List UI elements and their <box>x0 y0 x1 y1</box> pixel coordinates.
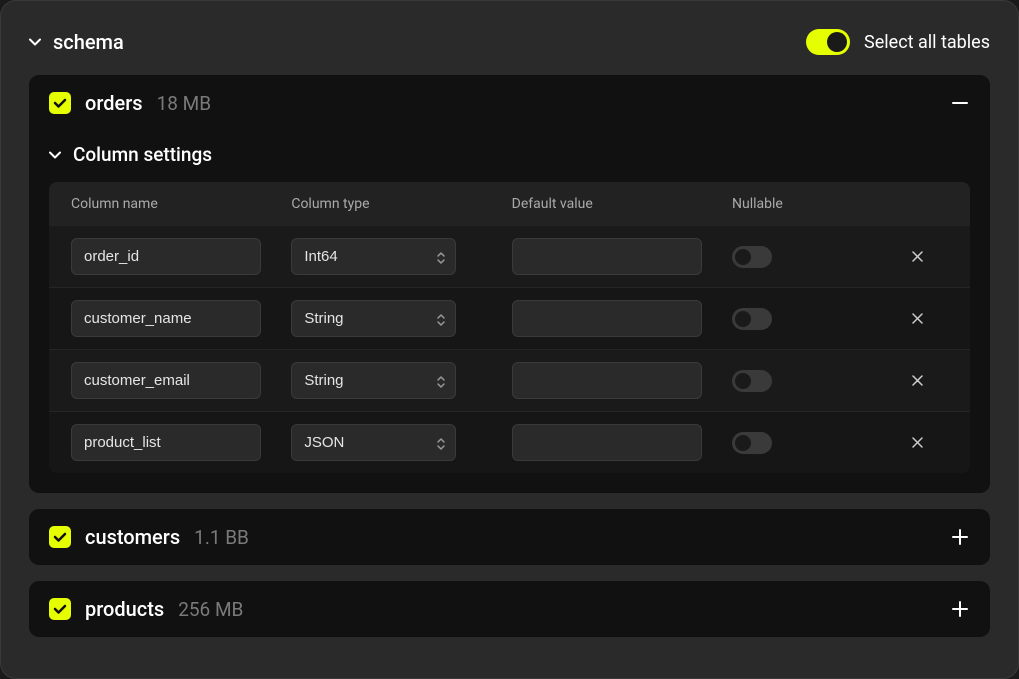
column-settings-header[interactable]: Column settings <box>49 143 970 166</box>
toggle-knob <box>735 311 751 327</box>
default-value-input[interactable] <box>512 300 702 337</box>
column-type-select-wrapper <box>291 424 456 461</box>
column-name-input[interactable] <box>71 300 261 337</box>
column-type-select-wrapper <box>291 238 456 275</box>
table-checkbox[interactable] <box>49 92 71 114</box>
column-row <box>49 350 970 412</box>
columns-table-header: Column name Column type Default value Nu… <box>49 182 970 226</box>
table-header-left: customers 1.1 BB <box>49 525 249 549</box>
column-name-input[interactable] <box>71 238 261 275</box>
col-header-type: Column type <box>291 196 495 212</box>
select-all-toggle[interactable] <box>806 29 850 55</box>
remove-column-icon[interactable] <box>910 373 926 389</box>
column-row <box>49 226 970 288</box>
expand-icon[interactable] <box>950 599 970 619</box>
column-name-input[interactable] <box>71 424 261 461</box>
nullable-toggle[interactable] <box>732 370 772 392</box>
table-name: orders <box>85 91 143 115</box>
table-checkbox[interactable] <box>49 526 71 548</box>
remove-column-icon[interactable] <box>910 249 926 265</box>
toggle-knob <box>735 249 751 265</box>
toggle-knob <box>735 435 751 451</box>
chevron-down-icon <box>49 149 61 161</box>
table-card-orders: orders 18 MB Column settings Column name… <box>29 75 990 493</box>
table-card-products: products 256 MB <box>29 581 990 637</box>
default-value-input[interactable] <box>512 362 702 399</box>
schema-header-right: Select all tables <box>806 29 990 55</box>
column-row <box>49 288 970 350</box>
table-size: 1.1 BB <box>194 526 249 549</box>
table-checkbox[interactable] <box>49 598 71 620</box>
remove-column-icon[interactable] <box>910 435 926 451</box>
table-header-left: products 256 MB <box>49 597 243 621</box>
select-all-label: Select all tables <box>864 32 990 53</box>
expand-icon[interactable] <box>950 527 970 547</box>
toggle-knob <box>827 32 847 52</box>
chevron-down-icon[interactable] <box>29 36 41 48</box>
toggle-knob <box>735 373 751 389</box>
col-header-nullable: Nullable <box>732 196 872 212</box>
column-row <box>49 412 970 473</box>
column-type-select[interactable] <box>291 362 456 399</box>
schema-header-left: schema <box>29 30 124 54</box>
column-type-select-wrapper <box>291 300 456 337</box>
column-type-select-wrapper <box>291 362 456 399</box>
column-type-select[interactable] <box>291 424 456 461</box>
table-name: products <box>85 597 164 621</box>
schema-header: schema Select all tables <box>29 29 990 55</box>
column-settings-title: Column settings <box>73 143 212 166</box>
schema-panel: schema Select all tables orders 18 MB <box>0 0 1019 679</box>
column-type-select[interactable] <box>291 238 456 275</box>
default-value-input[interactable] <box>512 424 702 461</box>
nullable-toggle[interactable] <box>732 246 772 268</box>
nullable-toggle[interactable] <box>732 432 772 454</box>
default-value-input[interactable] <box>512 238 702 275</box>
remove-column-icon[interactable] <box>910 311 926 327</box>
nullable-toggle[interactable] <box>732 308 772 330</box>
schema-title: schema <box>53 30 124 54</box>
table-header: products 256 MB <box>29 581 990 637</box>
table-header-left: orders 18 MB <box>49 91 211 115</box>
column-type-select[interactable] <box>291 300 456 337</box>
table-size: 18 MB <box>157 92 212 115</box>
table-size: 256 MB <box>178 598 243 621</box>
col-header-default: Default value <box>512 196 716 212</box>
collapse-icon[interactable] <box>950 93 970 113</box>
col-header-name: Column name <box>71 196 275 212</box>
column-settings: Column settings Column name Column type … <box>29 143 990 493</box>
columns-table: Column name Column type Default value Nu… <box>49 182 970 473</box>
table-header: customers 1.1 BB <box>29 509 990 565</box>
table-header: orders 18 MB <box>29 75 990 131</box>
table-card-customers: customers 1.1 BB <box>29 509 990 565</box>
table-name: customers <box>85 525 180 549</box>
column-name-input[interactable] <box>71 362 261 399</box>
